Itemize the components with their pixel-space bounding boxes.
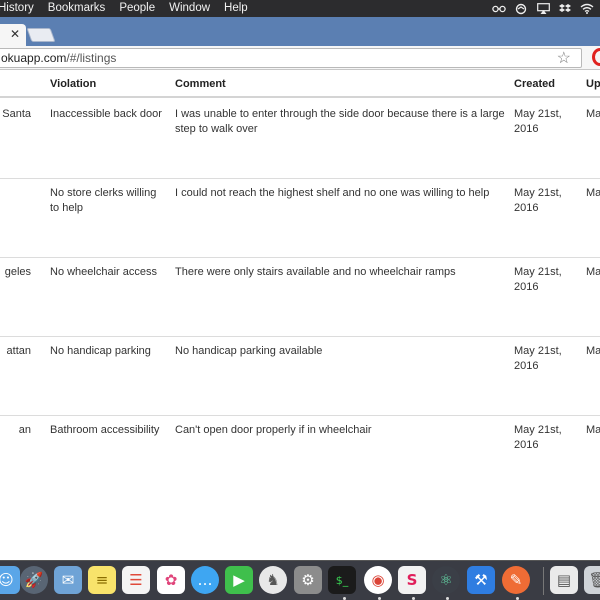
dock-separator [543, 567, 544, 595]
downloads-stack-icon[interactable]: ▤ [550, 566, 578, 594]
new-tab-button[interactable] [26, 28, 56, 42]
table-row[interactable]: attan No handicap parking No handicap pa… [0, 337, 600, 416]
cell-comment: I was unable to enter through the side d… [175, 108, 505, 135]
tab-strip: ✕ [0, 17, 600, 46]
header-updated[interactable]: Up [586, 78, 600, 90]
header-created[interactable]: Created [514, 78, 555, 90]
cell-location: an [18, 424, 31, 436]
chrome-icon[interactable]: ◉ [364, 566, 392, 594]
wifi-icon[interactable] [580, 2, 594, 16]
sequel-pro-icon[interactable]: ♞ [259, 566, 287, 594]
photos-icon[interactable]: ✿ [157, 566, 185, 594]
cell-updated: Ma 2016 [586, 266, 600, 278]
table-row[interactable]: - Santa Inaccessible back door I was una… [0, 100, 600, 179]
cell-updated: Ma 2016 [586, 345, 600, 357]
menu-window[interactable]: Window [169, 0, 210, 17]
cell-updated: Ma 2016 [586, 187, 600, 199]
url-host: okuapp.com [1, 51, 67, 65]
menu-bookmarks[interactable]: Bookmarks [48, 0, 106, 17]
cell-violation: No handicap parking [50, 345, 151, 357]
listings-page: Violation Comment Created Up - Santa Ina… [0, 70, 600, 560]
address-bar: okuapp.com/#/listings ☆ [0, 46, 600, 70]
glasses-icon[interactable] [492, 2, 506, 16]
cell-violation: No wheelchair access [50, 266, 157, 278]
facetime-icon[interactable]: ▶ [225, 566, 253, 594]
cell-violation: No store clerks willing to help [50, 187, 157, 214]
header-comment[interactable]: Comment [175, 78, 226, 90]
terminal-icon[interactable]: $_ [328, 566, 356, 594]
cell-updated: Ma 2016 [586, 424, 600, 436]
table-header: Violation Comment Created Up [0, 70, 600, 98]
mail-icon[interactable]: ✉ [54, 566, 82, 594]
menu-people[interactable]: People [119, 0, 155, 17]
menu-bar: History Bookmarks People Window Help [0, 0, 600, 17]
reminders-icon[interactable]: ☰ [122, 566, 150, 594]
cell-created: May 21st, 2016 [514, 424, 562, 451]
cell-violation: Inaccessible back door [50, 108, 162, 120]
notes-icon[interactable]: ≡ [88, 566, 116, 594]
cell-created: May 21st, 2016 [514, 108, 562, 135]
status-area [492, 0, 600, 17]
url-path: /#/listings [66, 51, 117, 65]
menu-help[interactable]: Help [224, 0, 248, 17]
airplay-icon[interactable] [536, 2, 550, 16]
menu-history[interactable]: History [0, 0, 34, 17]
cell-location: - Santa [0, 108, 31, 120]
dropbox-icon[interactable] [558, 2, 572, 16]
trash-icon[interactable]: 🗑 [584, 566, 600, 594]
url-input[interactable]: okuapp.com/#/listings ☆ [0, 48, 582, 68]
system-preferences-icon[interactable]: ⚙ [294, 566, 322, 594]
cell-location: geles [4, 266, 31, 278]
slack-icon[interactable]: S [398, 566, 426, 594]
cell-created: May 21st, 2016 [514, 345, 562, 372]
url-text: okuapp.com/#/listings [1, 51, 116, 65]
postman-icon[interactable]: ✎ [502, 566, 530, 594]
dock: ☺ 🚀 ✉ ≡ ☰ ✿ … ▶ ♞ ⚙ $_ ◉ S ⚛ ⚒ ✎ ▤ 🗑 [0, 560, 600, 600]
finder-icon[interactable]: ☺ [0, 566, 20, 594]
cell-location: attan [6, 345, 31, 357]
table-row[interactable]: an Bathroom accessibility Can't open doo… [0, 416, 600, 495]
header-violation[interactable]: Violation [50, 78, 96, 90]
cell-comment: I could not reach the highest shelf and … [175, 187, 490, 199]
cell-created: May 21st, 2016 [514, 266, 562, 293]
cell-violation: Bathroom accessibility [50, 424, 160, 436]
bookmark-star-icon[interactable]: ☆ [557, 48, 571, 68]
table-row[interactable]: No store clerks willing to help I could … [0, 179, 600, 258]
menu-items: History Bookmarks People Window Help [0, 0, 262, 17]
launchpad-icon[interactable]: 🚀 [20, 566, 48, 594]
opera-extension-icon[interactable] [592, 48, 600, 66]
messages-icon[interactable]: … [191, 566, 219, 594]
cell-comment: There were only stairs available and no … [175, 266, 456, 278]
xcode-icon[interactable]: ⚒ [467, 566, 495, 594]
atom-icon[interactable]: ⚛ [432, 566, 460, 594]
cell-comment: No handicap parking available [175, 345, 323, 357]
table-row[interactable]: geles No wheelchair access There were on… [0, 258, 600, 337]
cell-updated: Ma 2016 [586, 108, 600, 120]
sync-icon[interactable] [514, 2, 528, 16]
close-tab-icon[interactable]: ✕ [10, 26, 20, 42]
cell-created: May 21st, 2016 [514, 187, 562, 214]
cell-comment: Can't open door properly if in wheelchai… [175, 424, 372, 436]
